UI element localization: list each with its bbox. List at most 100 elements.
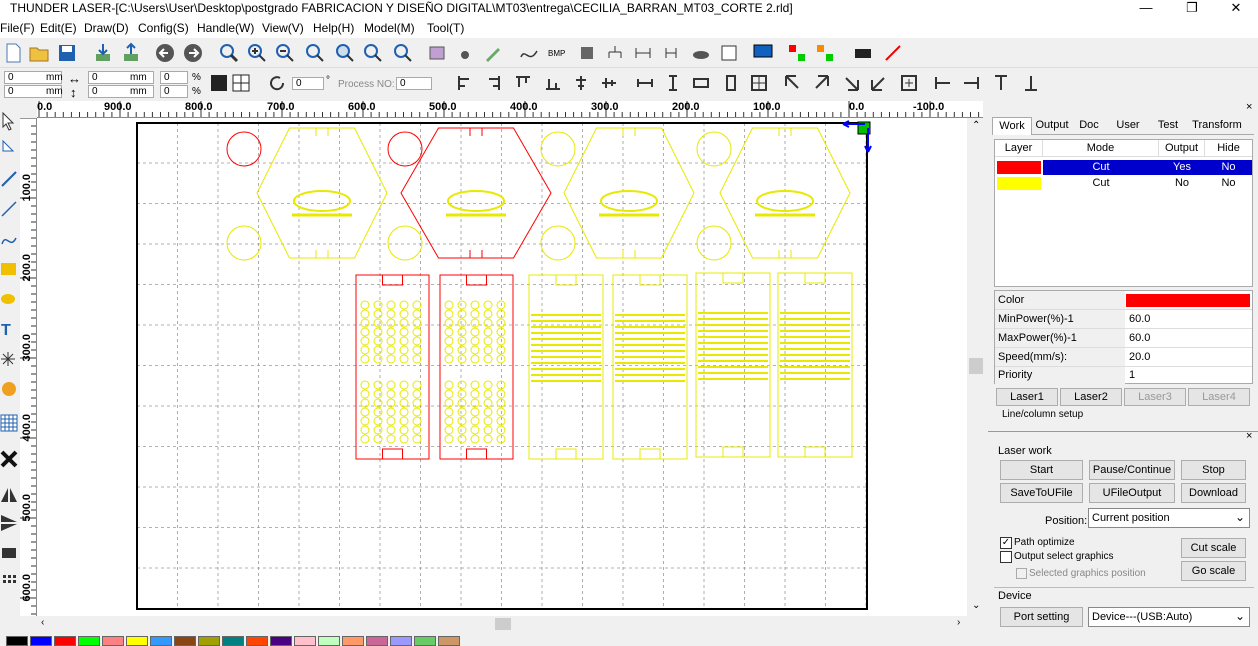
center-h-icon[interactable] [570,72,592,94]
tab-user[interactable]: User [1106,117,1150,135]
table-row[interactable]: Cut No No [995,176,1252,191]
laser-pointer-icon[interactable] [882,42,904,64]
table-row[interactable]: Cut Yes No [995,160,1252,175]
lock-ratio-icon[interactable] [208,72,230,94]
maximize-button[interactable]: ❐ [1170,0,1214,18]
tab-doc[interactable]: Doc [1072,117,1106,135]
close-button[interactable]: ✕ [1214,0,1258,18]
select-arrow-icon[interactable] [0,110,18,132]
pause-continue-button[interactable]: Pause/Continue [1089,460,1175,480]
export-icon[interactable] [120,42,142,64]
undo-icon[interactable] [154,42,176,64]
prop-color-swatch[interactable] [1126,294,1250,307]
distribute-icon[interactable] [660,42,682,64]
camera-icon[interactable] [852,42,874,64]
left-edge-icon[interactable] [932,72,954,94]
mirror-h-icon[interactable] [0,484,18,506]
align-bottom-icon[interactable] [542,72,564,94]
scroll-up-icon[interactable]: ⌃ [972,120,980,131]
palette-swatch[interactable] [438,636,460,646]
prop-value[interactable]: 60.0 [1129,310,1150,328]
same-width-icon[interactable] [634,72,656,94]
palette-swatch[interactable] [6,636,28,646]
vertical-scrollbar[interactable]: ⌃ ⌄ [967,118,985,616]
dist-h-icon[interactable] [690,72,712,94]
mirror-v-icon[interactable] [0,512,18,534]
vscroll-thumb[interactable] [969,358,983,374]
minimize-button[interactable]: — [1124,0,1168,18]
palette-swatch[interactable] [318,636,340,646]
scroll-down-icon[interactable]: ⌄ [972,600,980,611]
palette-swatch[interactable] [102,636,124,646]
prop-row[interactable]: Priority 1 [995,367,1252,384]
palette-swatch[interactable] [342,636,364,646]
menu-edit[interactable]: Edit(E) [40,21,77,35]
cut-scale-button[interactable]: Cut scale [1181,538,1246,558]
laser4-button[interactable]: Laser4 [1188,388,1250,406]
grid-array-icon[interactable] [0,570,18,592]
color-cells-icon[interactable] [786,42,808,64]
corner-br-icon[interactable] [840,72,862,94]
align-top-icon[interactable] [512,72,534,94]
delete-icon[interactable] [0,448,18,470]
width-pct-input[interactable]: 0 [160,71,188,84]
center-page-icon[interactable] [898,72,920,94]
list-icon[interactable] [718,42,740,64]
hscroll-thumb[interactable] [495,618,511,630]
prop-value[interactable]: 60.0 [1129,329,1150,347]
chevron-down-icon[interactable]: ⌄ [1235,609,1245,623]
zoom-select-icon[interactable] [362,42,384,64]
bitmap-tool-icon[interactable] [0,378,18,400]
prop-row[interactable]: Speed(mm/s): 20.0 [995,348,1252,367]
path-optimize-checkbox[interactable]: ✓ [1000,537,1012,549]
tab-work[interactable]: Work [992,117,1032,135]
palette-swatch[interactable] [30,636,52,646]
bitmap-icon[interactable]: BMP [546,42,568,64]
save-to-ufile-button[interactable]: SaveToUFile [1000,483,1083,503]
design-canvas[interactable] [37,118,967,616]
align-width-icon[interactable] [632,42,654,64]
palette-swatch[interactable] [198,636,220,646]
menu-model[interactable]: Model(M) [364,21,415,35]
angle-input[interactable]: 0 [292,77,324,90]
bottom-edge-icon[interactable] [1020,72,1042,94]
align-left-icon[interactable] [454,72,476,94]
prop-value[interactable]: 1 [1129,367,1135,384]
dist-v-icon[interactable] [720,72,742,94]
array-tool-icon[interactable] [0,412,18,434]
right-edge-icon[interactable] [960,72,982,94]
menu-file[interactable]: File(F) [0,21,35,35]
menu-handle[interactable]: Handle(W) [197,21,254,35]
height-pct-input[interactable]: 0 [160,85,188,98]
printer-icon[interactable] [0,542,18,564]
same-height-icon[interactable] [662,72,684,94]
go-scale-button[interactable]: Go scale [1181,561,1246,581]
center-v-icon[interactable] [598,72,620,94]
port-setting-button[interactable]: Port setting [1000,607,1083,627]
import-icon[interactable] [92,42,114,64]
laser3-button[interactable]: Laser3 [1124,388,1186,406]
prop-row[interactable]: MinPower(%)-1 60.0 [995,310,1252,329]
palette-swatch[interactable] [126,636,148,646]
scroll-right-icon[interactable]: › [957,617,960,628]
process-input[interactable]: 0 [396,77,432,90]
menu-tool[interactable]: Tool(T) [427,21,464,35]
ellipse-tool-icon[interactable] [0,288,18,310]
zoom-all-icon[interactable] [304,42,326,64]
curve-tool-icon[interactable] [0,228,18,250]
rectangle-tool-icon[interactable] [0,258,18,280]
palette-swatch[interactable] [54,636,76,646]
panel-close-icon[interactable]: × [1246,101,1252,113]
zoom-fit-icon[interactable] [392,42,414,64]
grid-cells-icon[interactable] [230,72,252,94]
horizontal-scrollbar[interactable]: ‹ › [37,616,967,632]
hat-icon[interactable] [690,42,712,64]
palette-swatch[interactable] [174,636,196,646]
palette-swatch[interactable] [390,636,412,646]
frame-icon[interactable] [426,42,448,64]
zoom-out-icon[interactable] [274,42,296,64]
prop-value[interactable]: 20.0 [1129,348,1150,366]
corner-tl-icon[interactable] [782,72,804,94]
color-cells2-icon[interactable] [814,42,836,64]
curve-icon[interactable] [518,42,540,64]
